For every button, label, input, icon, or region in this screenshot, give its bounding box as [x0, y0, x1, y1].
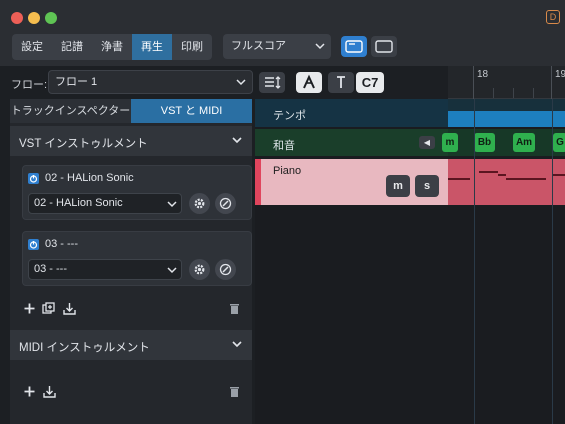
zoom-window-button[interactable] — [45, 12, 57, 24]
vst-plugin-select[interactable]: 02 - HALion Sonic — [28, 193, 182, 214]
playhead-line — [474, 99, 475, 424]
mode-tab-engrave[interactable]: 浄書 — [92, 34, 132, 60]
tempo-track-label: テンポ — [273, 110, 306, 122]
flow-select-value: フロー 1 — [55, 76, 98, 88]
track-options-button[interactable] — [259, 72, 285, 93]
chevron-down-icon — [315, 34, 325, 69]
vst-slot-name: 02 - HALion Sonic — [45, 172, 134, 184]
piano-lane[interactable] — [448, 159, 565, 205]
chord-lane[interactable]: m Bb Am G — [442, 129, 565, 156]
minimize-window-button[interactable] — [28, 12, 40, 24]
flow-label: フロー: — [11, 79, 48, 91]
vst-edit-button[interactable] — [215, 193, 236, 214]
bar-grid-line — [552, 99, 553, 424]
vst-footer — [10, 298, 252, 322]
tempo-track-header[interactable]: テンポ — [255, 99, 448, 127]
vst-slot: 03 - --- 03 - --- — [22, 231, 252, 286]
power-icon[interactable] — [28, 173, 39, 184]
mode-tab-print[interactable]: 印刷 — [172, 34, 212, 60]
chord-track-label: 和音 — [273, 140, 295, 152]
midi-note[interactable] — [479, 171, 498, 173]
chevron-down-icon — [231, 337, 243, 354]
vst-settings-button[interactable] — [189, 259, 210, 280]
close-window-button[interactable] — [11, 12, 23, 24]
vst-slot-name: 03 - --- — [45, 238, 78, 250]
mode-tab-play[interactable]: 再生 — [132, 34, 172, 60]
left-panel-toggle-button[interactable] — [341, 36, 367, 57]
solo-button[interactable]: s — [415, 175, 439, 197]
tab-vst-midi[interactable]: VST と MIDI — [131, 99, 252, 123]
tab-track-inspector[interactable]: トラックインスペクター — [10, 99, 131, 123]
load-icon[interactable] — [62, 301, 77, 316]
chevron-down-icon — [236, 71, 246, 101]
beat-tick — [533, 88, 534, 98]
vst-section-title: VST インストゥルメント — [19, 138, 148, 150]
vst-section-header[interactable]: VST インストゥルメント — [10, 126, 252, 156]
bar-number: 19 — [555, 69, 565, 80]
flow-bar: フロー: フロー 1 — [0, 69, 255, 95]
flow-select[interactable]: フロー 1 — [48, 70, 253, 94]
add-icon[interactable] — [22, 384, 37, 399]
mode-tab-setup[interactable]: 設定 — [12, 34, 52, 60]
beat-tick — [513, 88, 514, 98]
line-tool-button[interactable] — [328, 72, 354, 93]
load-icon[interactable] — [42, 384, 57, 399]
vst-midi-inspector: トラックインスペクター VST と MIDI VST インストゥルメント 02 … — [10, 99, 252, 424]
tempo-lane[interactable] — [448, 99, 565, 127]
midi-note[interactable] — [498, 174, 506, 176]
draw-tool-button[interactable] — [296, 72, 322, 93]
track-area: テンポ 和音 ◀ m Bb Am G Piano m s — [255, 99, 565, 424]
app-logo-icon: D — [546, 10, 560, 24]
layout-select-value: フルスコア — [231, 40, 286, 52]
chord-track-header[interactable]: 和音 ◀ — [255, 129, 448, 156]
vst-slot: 02 - HALion Sonic 02 - HALion Sonic — [22, 165, 252, 220]
chevron-down-icon — [167, 194, 177, 220]
midi-section-header[interactable]: MIDI インストゥルメント — [10, 330, 252, 360]
speaker-icon[interactable]: ◀ — [419, 136, 435, 149]
trash-icon[interactable] — [227, 301, 242, 316]
vst-plugin-select-value: 03 - --- — [34, 263, 67, 275]
midi-section-title: MIDI インストゥルメント — [19, 342, 150, 354]
chord-symbol[interactable]: Bb — [474, 133, 495, 152]
midi-note[interactable] — [448, 178, 470, 180]
bar-line — [473, 66, 474, 99]
add-icon[interactable] — [22, 301, 37, 316]
score-toolbar: C7 — [255, 69, 447, 97]
bar-line — [551, 66, 552, 99]
piano-track-label: Piano — [273, 165, 302, 177]
right-panel-toggle-button[interactable] — [371, 36, 397, 57]
chord-symbols-button[interactable]: C7 — [356, 72, 384, 93]
bar-number: 18 — [477, 69, 489, 80]
inspector-tabs: トラックインスペクター VST と MIDI — [10, 99, 252, 123]
main-toolbar: 設定 記譜 浄書 再生 印刷 フルスコア — [0, 30, 565, 66]
vst-plugin-select[interactable]: 03 - --- — [28, 259, 182, 280]
chord-symbol[interactable]: Am — [513, 133, 535, 152]
piano-track-header[interactable]: Piano m s — [255, 159, 448, 205]
vst-edit-button[interactable] — [215, 259, 236, 280]
track-color-stripe — [255, 159, 261, 205]
duplicate-icon[interactable] — [41, 301, 56, 316]
mode-switcher: 設定 記譜 浄書 再生 印刷 — [12, 34, 212, 60]
midi-note[interactable] — [506, 178, 546, 180]
tempo-event[interactable] — [448, 111, 565, 127]
vst-plugin-select-value: 02 - HALion Sonic — [34, 197, 123, 209]
timeline-ruler[interactable]: 18 19 — [448, 66, 565, 99]
power-icon[interactable] — [28, 239, 39, 250]
trash-icon[interactable] — [227, 384, 242, 399]
mode-tab-write[interactable]: 記譜 — [52, 34, 92, 60]
chord-symbol[interactable]: m — [442, 133, 458, 152]
chord-symbol[interactable]: G — [553, 133, 565, 152]
beat-tick — [493, 88, 494, 98]
chevron-down-icon — [167, 260, 177, 286]
title-bar: D — [0, 0, 565, 30]
mute-button[interactable]: m — [386, 175, 410, 197]
midi-footer — [10, 381, 252, 405]
layout-select[interactable]: フルスコア — [223, 34, 331, 59]
chevron-down-icon — [231, 133, 243, 150]
vst-settings-button[interactable] — [189, 193, 210, 214]
midi-note[interactable] — [552, 174, 565, 176]
